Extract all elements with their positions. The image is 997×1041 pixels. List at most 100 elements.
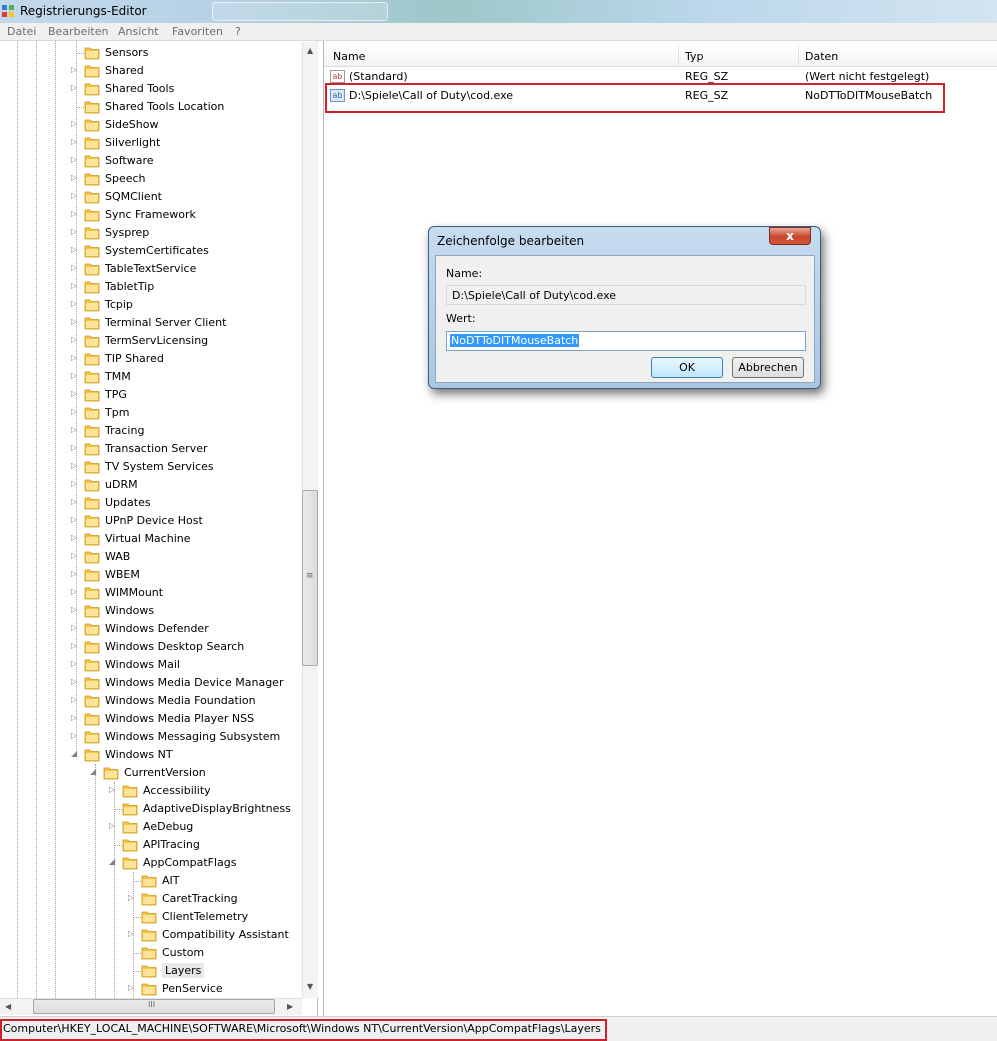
tree-item[interactable]: ▷ TermServLicensing xyxy=(0,332,302,350)
expand-arrow-icon[interactable]: ▷ xyxy=(71,227,77,236)
tree-item[interactable]: ▷ WBEM xyxy=(0,566,302,584)
expand-arrow-icon[interactable]: ▷ xyxy=(71,407,77,416)
close-button[interactable]: x xyxy=(769,227,811,245)
tree-item[interactable]: Shared Tools Location xyxy=(0,98,302,116)
collapse-arrow-icon[interactable]: ◢ xyxy=(109,857,115,866)
expand-arrow-icon[interactable]: ▷ xyxy=(71,209,77,218)
expand-arrow-icon[interactable]: ▷ xyxy=(71,281,77,290)
tree-item[interactable]: ▷ Shared xyxy=(0,62,302,80)
tree-item[interactable]: ▷ PenService xyxy=(0,980,302,998)
column-separator[interactable] xyxy=(798,45,799,67)
tree-item[interactable]: ▷ Terminal Server Client xyxy=(0,314,302,332)
expand-arrow-icon[interactable]: ▷ xyxy=(71,443,77,452)
menu-ansicht[interactable]: Ansicht xyxy=(118,25,159,38)
scroll-down-arrow-icon[interactable]: ▼ xyxy=(307,982,313,991)
column-header-data[interactable]: Daten xyxy=(805,50,838,63)
tree-item[interactable]: ◢ Windows NT xyxy=(0,746,302,764)
expand-arrow-icon[interactable]: ▷ xyxy=(71,83,77,92)
tree-item[interactable]: ▷ Shared Tools xyxy=(0,80,302,98)
tree-item[interactable]: ▷ Windows Media Device Manager xyxy=(0,674,302,692)
tree-item[interactable]: ▷ Tracing xyxy=(0,422,302,440)
menu-bearbeiten[interactable]: Bearbeiten xyxy=(48,25,108,38)
tree-item[interactable]: ▷ TPG xyxy=(0,386,302,404)
registry-tree[interactable]: Sensors ▷ Shared ▷ Shared Tools Shared Tools … xyxy=(0,41,318,1016)
tree-item[interactable]: ▷ TV System Services xyxy=(0,458,302,476)
column-header-type[interactable]: Typ xyxy=(685,50,704,63)
expand-arrow-icon[interactable]: ▷ xyxy=(71,695,77,704)
tree-item[interactable]: ▷ Software xyxy=(0,152,302,170)
tree-item[interactable]: ◢ CurrentVersion xyxy=(0,764,302,782)
menu-help[interactable]: ? xyxy=(235,25,241,38)
tree-item[interactable]: ▷ Virtual Machine xyxy=(0,530,302,548)
tree-item[interactable]: ▷ AeDebug xyxy=(0,818,302,836)
column-header-name[interactable]: Name xyxy=(333,50,365,63)
ok-button[interactable]: OK xyxy=(651,357,723,378)
expand-arrow-icon[interactable]: ▷ xyxy=(71,245,77,254)
expand-arrow-icon[interactable]: ▷ xyxy=(128,983,134,992)
expand-arrow-icon[interactable]: ▷ xyxy=(71,299,77,308)
expand-arrow-icon[interactable]: ▷ xyxy=(71,119,77,128)
expand-arrow-icon[interactable]: ▷ xyxy=(71,659,77,668)
expand-arrow-icon[interactable]: ▷ xyxy=(128,893,134,902)
expand-arrow-icon[interactable]: ▷ xyxy=(71,569,77,578)
tree-vertical-scroll-thumb[interactable]: ≡ xyxy=(302,490,318,666)
tree-item[interactable]: ▷ TIP Shared xyxy=(0,350,302,368)
tree-item[interactable]: ▷ Windows Desktop Search xyxy=(0,638,302,656)
tree-horizontal-scroll-thumb[interactable]: III xyxy=(33,999,275,1014)
expand-arrow-icon[interactable]: ▷ xyxy=(71,317,77,326)
expand-arrow-icon[interactable]: ▷ xyxy=(71,371,77,380)
scroll-left-arrow-icon[interactable]: ◀ xyxy=(5,1002,11,1011)
expand-arrow-icon[interactable]: ▷ xyxy=(71,173,77,182)
tree-item[interactable]: ▷ Windows Defender xyxy=(0,620,302,638)
expand-arrow-icon[interactable]: ▷ xyxy=(71,461,77,470)
expand-arrow-icon[interactable]: ▷ xyxy=(109,785,115,794)
expand-arrow-icon[interactable]: ▷ xyxy=(71,497,77,506)
tree-item[interactable]: AdaptiveDisplayBrightness xyxy=(0,800,302,818)
tree-item[interactable]: ▷ Compatibility Assistant xyxy=(0,926,302,944)
tree-item[interactable]: ▷ Speech xyxy=(0,170,302,188)
expand-arrow-icon[interactable]: ▷ xyxy=(71,587,77,596)
expand-arrow-icon[interactable]: ▷ xyxy=(71,731,77,740)
values-list[interactable]: Name Typ Daten ab (Standard) REG_SZ (Wer… xyxy=(323,41,997,1016)
tree-item[interactable]: ▷ SideShow xyxy=(0,116,302,134)
tree-item[interactable]: ▷ UPnP Device Host xyxy=(0,512,302,530)
expand-arrow-icon[interactable]: ▷ xyxy=(71,515,77,524)
scroll-right-arrow-icon[interactable]: ▶ xyxy=(287,1002,293,1011)
expand-arrow-icon[interactable]: ▷ xyxy=(71,479,77,488)
expand-arrow-icon[interactable]: ▷ xyxy=(71,263,77,272)
expand-arrow-icon[interactable]: ▷ xyxy=(71,65,77,74)
expand-arrow-icon[interactable]: ▷ xyxy=(71,353,77,362)
tree-item[interactable]: ▷ Transaction Server xyxy=(0,440,302,458)
tree-item[interactable]: Sensors xyxy=(0,44,302,62)
collapse-arrow-icon[interactable]: ◢ xyxy=(71,749,77,758)
tree-item[interactable]: ▷ Tcpip xyxy=(0,296,302,314)
menu-favoriten[interactable]: Favoriten xyxy=(172,25,223,38)
tree-item[interactable]: ▷ WAB xyxy=(0,548,302,566)
tree-item[interactable]: ▷ Windows Mail xyxy=(0,656,302,674)
expand-arrow-icon[interactable]: ▷ xyxy=(71,155,77,164)
column-separator[interactable] xyxy=(678,45,679,67)
expand-arrow-icon[interactable]: ▷ xyxy=(71,641,77,650)
expand-arrow-icon[interactable]: ▷ xyxy=(71,605,77,614)
tree-item[interactable]: ▷ Windows Messaging Subsystem xyxy=(0,728,302,746)
expand-arrow-icon[interactable]: ▷ xyxy=(71,713,77,722)
expand-arrow-icon[interactable]: ▷ xyxy=(71,623,77,632)
tree-item[interactable]: AIT xyxy=(0,872,302,890)
tree-item[interactable]: ▷ Sync Framework xyxy=(0,206,302,224)
expand-arrow-icon[interactable]: ▷ xyxy=(71,137,77,146)
tree-item[interactable]: Custom xyxy=(0,944,302,962)
tree-item[interactable]: Layers xyxy=(0,962,302,980)
value-input[interactable]: NoDTToDITMouseBatch xyxy=(446,331,806,351)
cancel-button[interactable]: Abbrechen xyxy=(732,357,804,378)
tree-item[interactable]: ▷ CaretTracking xyxy=(0,890,302,908)
collapse-arrow-icon[interactable]: ◢ xyxy=(90,767,96,776)
tree-item[interactable]: ▷ Windows xyxy=(0,602,302,620)
tree-item[interactable]: ▷ Silverlight xyxy=(0,134,302,152)
tree-item[interactable]: ▷ Windows Media Foundation xyxy=(0,692,302,710)
tree-item[interactable]: ▷ Accessibility xyxy=(0,782,302,800)
tree-item[interactable]: ▷ SystemCertificates xyxy=(0,242,302,260)
tree-item[interactable]: APITracing xyxy=(0,836,302,854)
tree-item[interactable]: ClientTelemetry xyxy=(0,908,302,926)
expand-arrow-icon[interactable]: ▷ xyxy=(71,389,77,398)
tree-item[interactable]: ◢ AppCompatFlags xyxy=(0,854,302,872)
